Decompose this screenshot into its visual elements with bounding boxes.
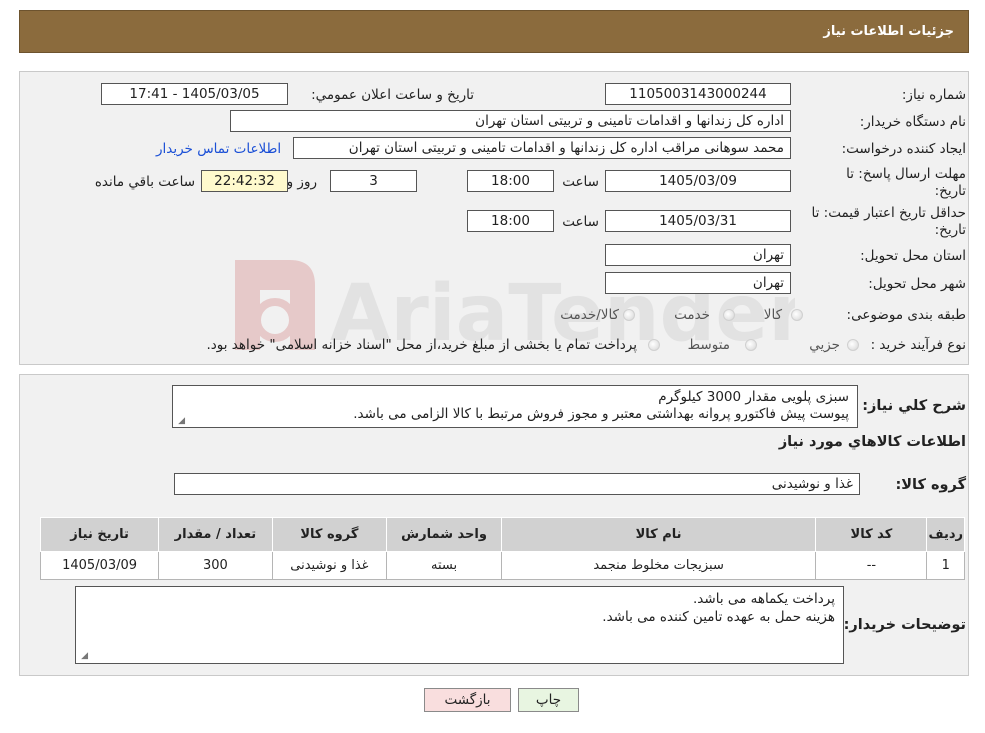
buyer-contact-link[interactable]: اطلاعات تماس خريدار [156, 141, 281, 157]
cell-row-number: 1 [926, 551, 965, 580]
page-header: جزئیات اطلاعات نیاز [19, 10, 969, 53]
buyer-org-field: اداره کل زندانها و اقدامات تامینی و تربی… [230, 110, 791, 132]
print-button[interactable]: چاپ [518, 688, 579, 712]
announce-label: تاريخ و ساعت اعلان عمومي: [311, 87, 474, 103]
table-header-row: رديف کد کالا نام کالا واحد شمارش گروه کا… [39, 517, 965, 552]
purchase-radio-medium[interactable] [745, 339, 757, 351]
goods-group-field: غذا و نوشیدنی [174, 473, 860, 495]
deadline-time-label: ساعت [562, 174, 599, 190]
purchase-option-medium: متوسط [687, 337, 730, 353]
buyer-org-label: نام دستگاه خريدار: [859, 114, 966, 130]
col-header-group: گروه کالا [271, 517, 388, 552]
purchase-radio-minor[interactable] [847, 339, 859, 351]
validity-time-field: 18:00 [467, 210, 554, 232]
purchase-note: پرداخت تمام يا بخشی از مبلغ خريد،از محل … [206, 337, 637, 353]
deadline-label: مهلت ارسال پاسخ: تا تاريخ: [846, 166, 966, 199]
purchase-type-label: نوع فرآيند خريد : [870, 337, 966, 353]
category-radio-goods[interactable] [791, 309, 803, 321]
validity-label: حداقل تاريخ اعتبار قيمت: تا تاريخ: [811, 205, 966, 238]
category-radio-service[interactable] [723, 309, 735, 321]
province-field: تهران [605, 244, 791, 266]
category-option-service: خدمت [674, 307, 710, 323]
back-button[interactable]: بازگشت [424, 688, 511, 712]
buyer-notes-label: توضيحات خريدار: [843, 617, 966, 633]
days-label: روز و [286, 174, 317, 190]
days-field: 3 [330, 170, 417, 192]
city-label: شهر محل تحويل: [868, 276, 966, 292]
cell-unit: بسته [386, 551, 502, 580]
remaining-time-field: 22:42:32 [201, 170, 288, 192]
category-radio-goods-service[interactable] [623, 309, 635, 321]
validity-date-field: 1405/03/31 [605, 210, 791, 232]
table-row: 1 -- سبزیجات مخلوط منجمد بسته غذا و نوشی… [39, 551, 965, 580]
page-title: جزئیات اطلاعات نیاز [823, 24, 954, 39]
remaining-label: ساعت باقي مانده [94, 174, 195, 190]
purchase-option-minor: جزيي [809, 337, 840, 353]
requester-label: ايجاد کننده درخواست: [841, 141, 966, 157]
cell-group: غذا و نوشیدنی [271, 551, 388, 580]
summary-label: شرح کلي نياز: [862, 398, 966, 414]
buyer-notes-textarea[interactable]: پرداخت یکماهه می باشد. هزینه حمل به عهده… [75, 586, 844, 664]
deadline-time-field: 18:00 [467, 170, 554, 192]
cell-need-date: 1405/03/09 [39, 551, 160, 580]
city-field: تهران [605, 272, 791, 294]
cell-name: سبزیجات مخلوط منجمد [500, 551, 817, 580]
need-number-label: شماره نیاز: [901, 87, 966, 103]
summary-textarea[interactable]: سبزی پلویی مقدار 3000 کیلوگرم پیوست پیش … [172, 385, 858, 428]
items-table: رديف کد کالا نام کالا واحد شمارش گروه کا… [39, 517, 965, 580]
col-header-unit: واحد شمارش [386, 517, 502, 552]
goods-info-title: اطلاعات کالاهاي مورد نياز [778, 434, 966, 450]
category-option-goods-service: کالا/خدمت [560, 307, 619, 323]
col-header-need-date: تاريخ نياز [39, 517, 160, 552]
category-option-goods: کالا [763, 307, 782, 323]
cell-quantity: 300 [158, 551, 273, 580]
summary-resize-handle[interactable]: ◢ [176, 417, 185, 426]
deadline-date-field: 1405/03/09 [605, 170, 791, 192]
col-header-quantity: تعداد / مقدار [158, 517, 273, 552]
validity-time-label: ساعت [562, 214, 599, 230]
buyer-notes-resize-handle[interactable]: ◢ [79, 652, 88, 661]
goods-group-label: گروه کالا: [895, 477, 966, 493]
province-label: استان محل تحويل: [860, 248, 966, 264]
requester-field: محمد سوهانی مراقب اداره کل زندانها و اقد… [293, 137, 791, 159]
col-header-code: کد کالا [815, 517, 928, 552]
announce-datetime-field: 1405/03/05 - 17:41 [101, 83, 288, 105]
category-label: طبقه بندی موضوعی: [846, 307, 966, 323]
col-header-row-number: رديف [926, 517, 965, 552]
purchase-treasury-checkbox[interactable] [648, 339, 660, 351]
cell-code: -- [815, 551, 928, 580]
col-header-name: نام کالا [500, 517, 817, 552]
need-number-field: 1105003143000244 [605, 83, 791, 105]
